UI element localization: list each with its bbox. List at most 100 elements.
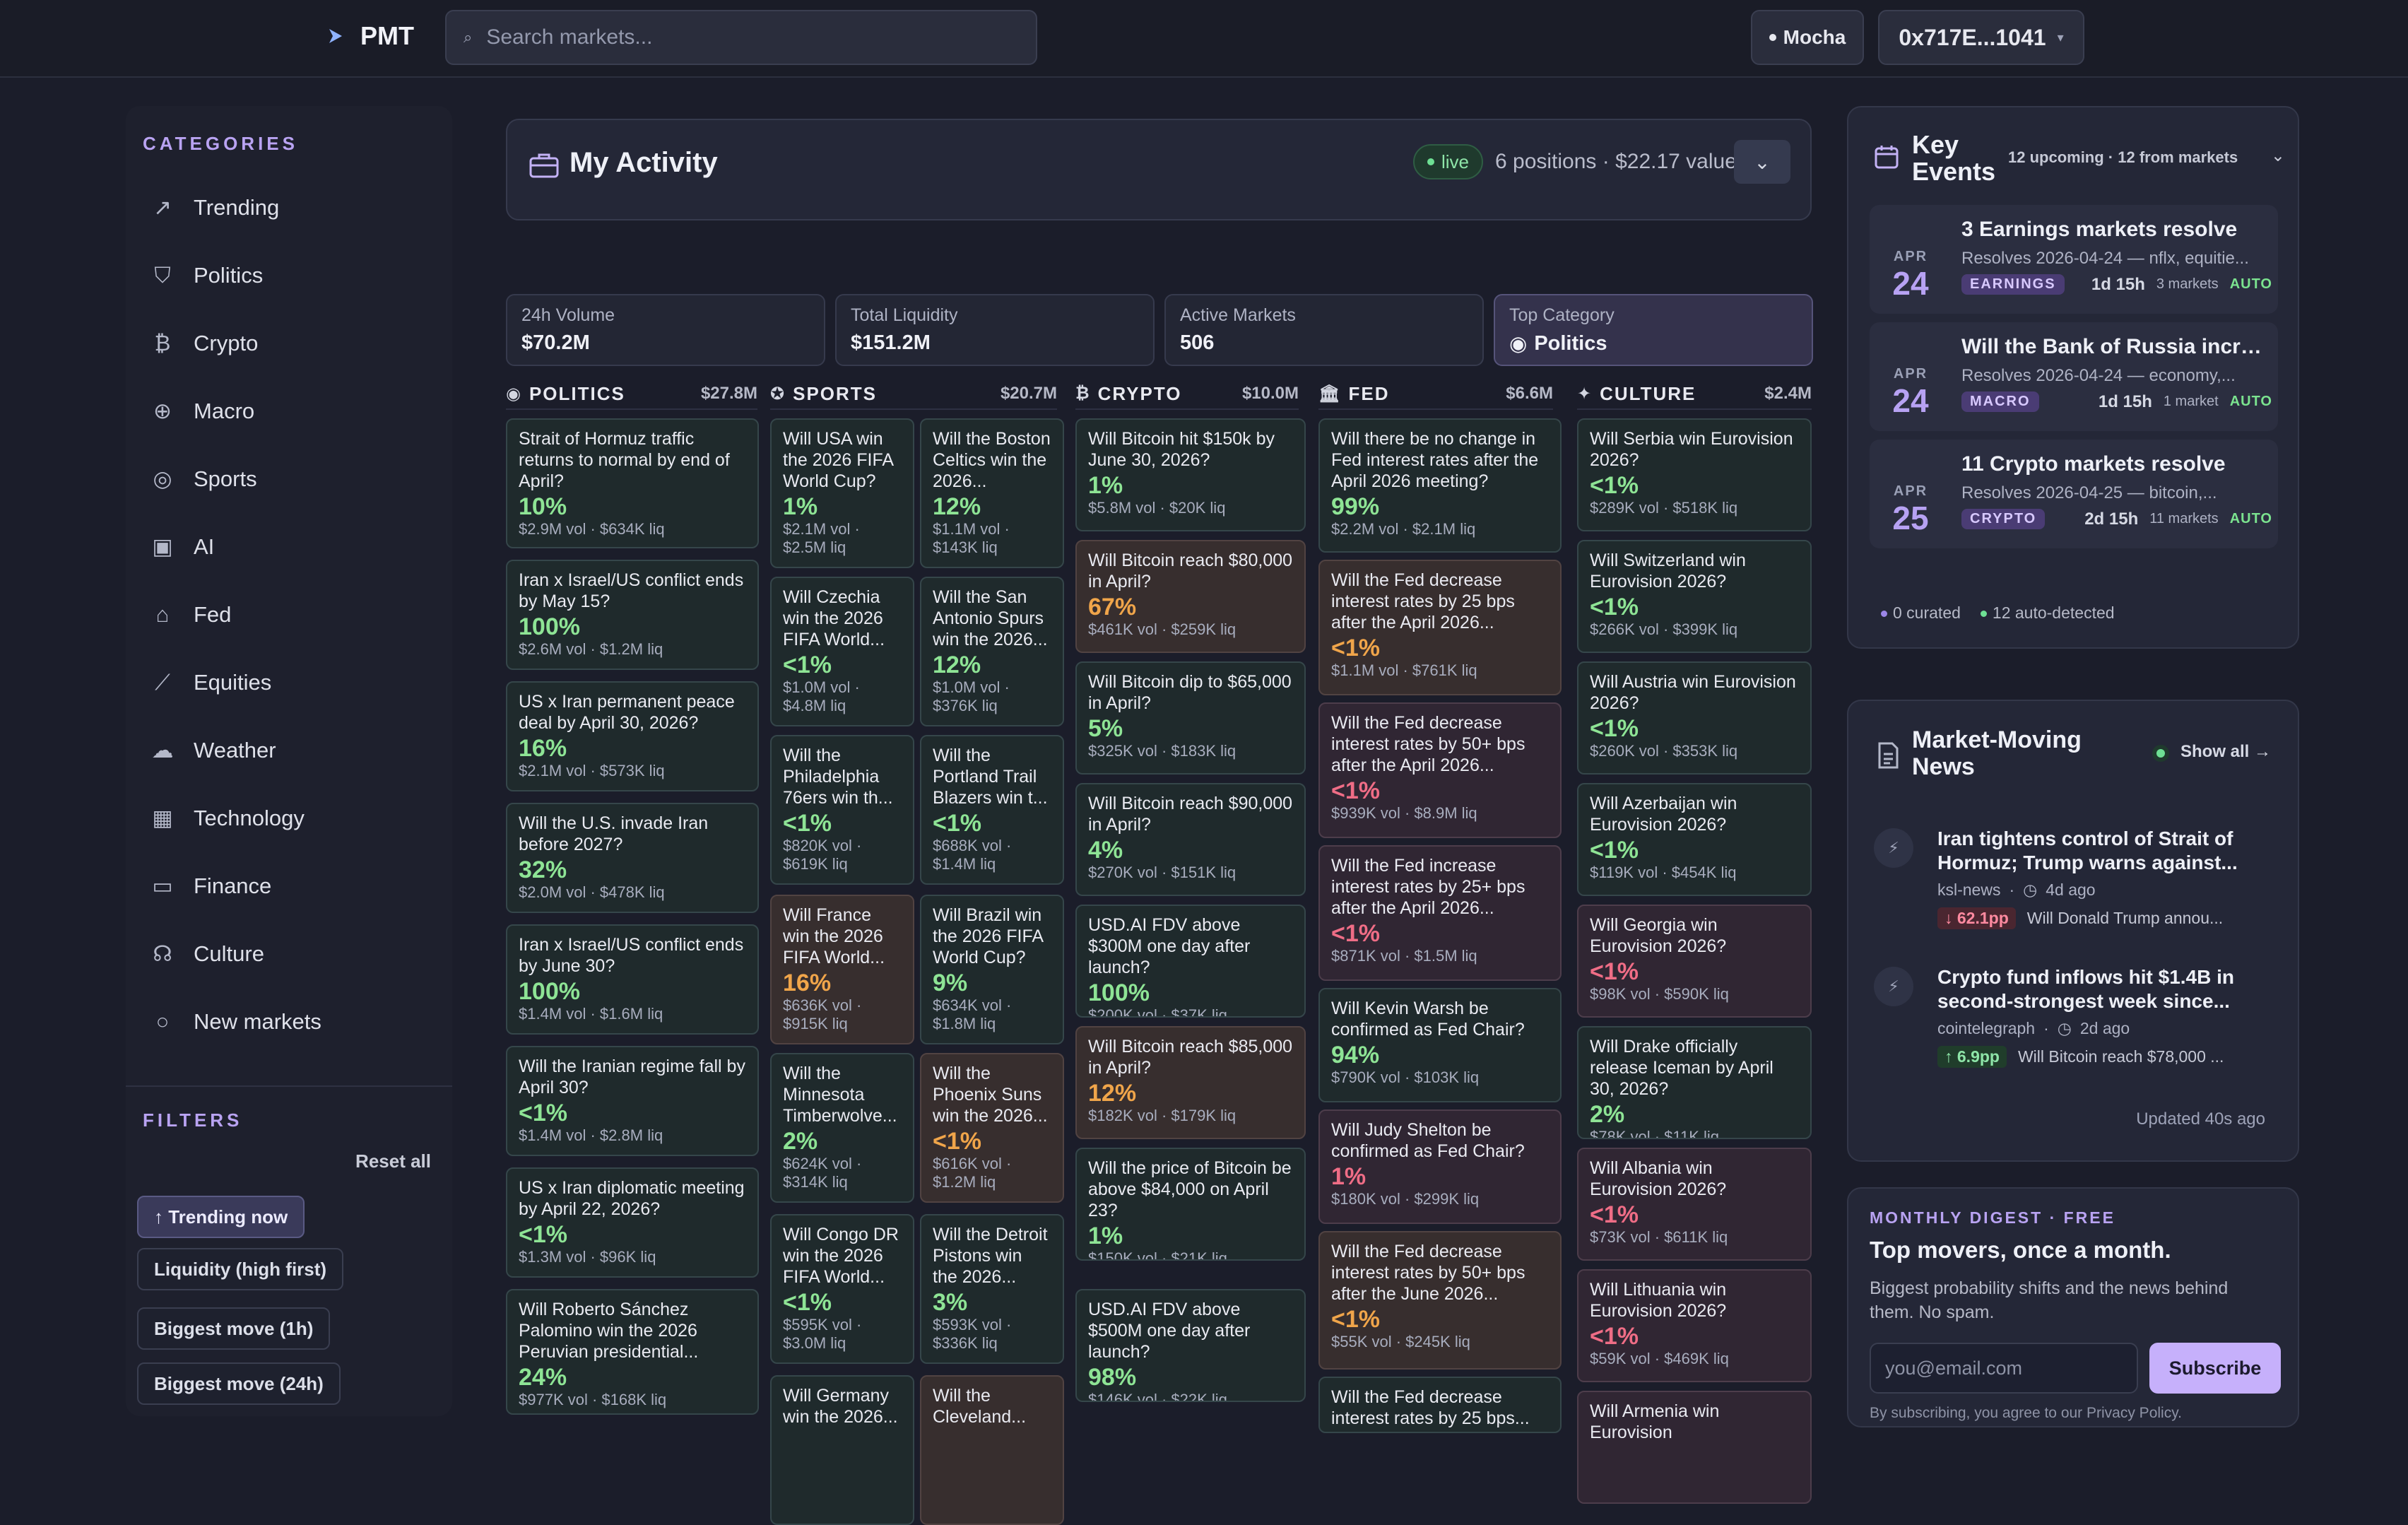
key-event[interactable]: APR 25 11 Crypto markets resolve Resolves 2… xyxy=(1870,440,2278,548)
market-question: Will Serbia win Eurovision 2026? xyxy=(1590,429,1793,470)
sidebar-item-equities[interactable]: ⟋ Equities xyxy=(143,654,439,711)
reset-all-button[interactable]: Reset all xyxy=(355,1150,431,1172)
market-card[interactable]: Will the U.S. invade Iran before 2027? 32… xyxy=(506,803,759,913)
market-card[interactable]: Will the Fed decrease interest rates by … xyxy=(1318,560,1562,695)
sidebar-item-culture[interactable]: ☊ Culture xyxy=(143,926,439,982)
market-card[interactable]: Will the Fed decrease interest rates by … xyxy=(1318,1377,1562,1433)
trending-icon: ↗ xyxy=(153,195,172,220)
market-probability: 12% xyxy=(933,493,981,520)
wallet-button[interactable]: 0x717E...1041 ▾ xyxy=(1878,10,2084,65)
market-card[interactable]: Will Congo DR win the 2026 FIFA World...… xyxy=(770,1214,914,1364)
market-card[interactable]: Strait of Hormuz traffic returns to norm… xyxy=(506,418,759,548)
search-input[interactable] xyxy=(485,25,1022,50)
market-card[interactable]: Will Bitcoin dip to $65,000 in April? 5% $… xyxy=(1075,661,1306,775)
market-question: USD.AI FDV above $500M one day after lau… xyxy=(1088,1300,1251,1362)
event-countdown: 2d 15h xyxy=(2084,509,2139,529)
market-card[interactable]: Will Serbia win Eurovision 2026? <1% $289K… xyxy=(1577,418,1812,531)
market-card[interactable]: Will Brazil win the 2026 FIFA World Cup?… xyxy=(920,895,1064,1044)
market-card[interactable]: Will Bitcoin reach $80,000 in April? 67% $… xyxy=(1075,540,1306,653)
sidebar-item-new-markets[interactable]: ○ New markets xyxy=(143,994,439,1050)
market-card[interactable]: Will the Minnesota Timberwolve... 2% $624K… xyxy=(770,1053,914,1203)
sidebar-item-technology[interactable]: ▦ Technology xyxy=(143,790,439,847)
market-card[interactable]: Will the Fed decrease interest rates by … xyxy=(1318,702,1562,838)
market-card[interactable]: Will the Detroit Pistons win the 2026...… xyxy=(920,1214,1064,1364)
filter-chip[interactable]: Biggest move (1h) xyxy=(137,1307,331,1350)
market-card[interactable]: Will Bitcoin reach $85,000 in April? 12% $… xyxy=(1075,1026,1306,1139)
show-all-link[interactable]: Show all → xyxy=(2180,742,2271,762)
sidebar-item-crypto[interactable]: ₿ Crypto xyxy=(143,315,439,372)
column-header-politics[interactable]: ◉ POLITICS $27.8M xyxy=(506,379,757,410)
sidebar-item-trending[interactable]: ↗ Trending xyxy=(143,179,439,236)
market-card[interactable]: Will USA win the 2026 FIFA World Cup? 1% $… xyxy=(770,418,914,568)
market-card[interactable]: Iran x Israel/US conflict ends by May 15… xyxy=(506,560,759,670)
market-card[interactable]: Will Armenia win Eurovision xyxy=(1577,1391,1812,1504)
filters-heading: FILTERS xyxy=(143,1109,243,1131)
column-header-fed[interactable]: 🏛 FED $6.6M xyxy=(1318,379,1553,410)
market-card[interactable]: Will Drake officially release Iceman by … xyxy=(1577,1026,1812,1139)
network-selector[interactable]: Mocha xyxy=(1751,10,1864,65)
market-card[interactable]: Will Germany win the 2026... xyxy=(770,1375,914,1525)
market-card[interactable]: Will Kevin Warsh be confirmed as Fed Cha… xyxy=(1318,988,1562,1102)
sidebar-item-macro[interactable]: ⊕ Macro xyxy=(143,383,439,440)
market-card[interactable]: Will Bitcoin reach $90,000 in April? 4% $2… xyxy=(1075,783,1306,896)
stat-top-category[interactable]: Top Category ◉ Politics xyxy=(1494,294,1813,366)
market-card[interactable]: US x Iran permanent peace deal by April … xyxy=(506,681,759,791)
market-card[interactable]: Will France win the 2026 FIFA World... 16… xyxy=(770,895,914,1044)
market-card[interactable]: Will the Iranian regime fall by April 30… xyxy=(506,1046,759,1156)
sidebar-item-sports[interactable]: ◎ Sports xyxy=(143,451,439,507)
market-card[interactable]: Will the San Antonio Spurs win the 2026.… xyxy=(920,577,1064,726)
market-card[interactable]: Will Azerbaijan win Eurovision 2026? <1% $… xyxy=(1577,783,1812,896)
sidebar-item-weather[interactable]: ☁ Weather xyxy=(143,722,439,779)
column-header-crypto[interactable]: ₿ CRYPTO $10.0M xyxy=(1075,379,1299,410)
market-card[interactable]: USD.AI FDV above $500M one day after lau… xyxy=(1075,1289,1306,1402)
sidebar-item-fed[interactable]: ⌂ Fed xyxy=(143,587,439,643)
market-card[interactable]: Will the Portland Trail Blazers win t...… xyxy=(920,735,1064,885)
market-card[interactable]: Iran x Israel/US conflict ends by June 3… xyxy=(506,924,759,1035)
sidebar-item-finance[interactable]: ▭ Finance xyxy=(143,858,439,914)
market-card[interactable]: Will Georgia win Eurovision 2026? <1% $98K… xyxy=(1577,905,1812,1018)
stat-label: Active Markets xyxy=(1180,305,1296,325)
email-field[interactable] xyxy=(1870,1343,2138,1394)
key-event[interactable]: APR 24 3 Earnings markets resolve Resolves … xyxy=(1870,205,2278,314)
market-card[interactable]: Will the Boston Celtics win the 2026... 1… xyxy=(920,418,1064,568)
search-box[interactable]: ⌕ xyxy=(445,10,1037,65)
market-meta: $1.4M vol · $1.6M liq xyxy=(519,1005,663,1023)
event-tag: MACRO xyxy=(1961,391,2039,412)
market-card[interactable]: Will Albania win Eurovision 2026? <1% $73K… xyxy=(1577,1148,1812,1261)
market-card[interactable]: Will there be no change in Fed interest … xyxy=(1318,418,1562,553)
market-card[interactable]: Will Judy Shelton be confirmed as Fed Ch… xyxy=(1318,1109,1562,1224)
filter-chip[interactable]: ↑ Trending now xyxy=(137,1196,305,1238)
market-question: Will Kevin Warsh be confirmed as Fed Cha… xyxy=(1331,999,1525,1040)
market-probability: 3% xyxy=(933,1289,968,1316)
market-card[interactable]: Will the price of Bitcoin be above $84,0… xyxy=(1075,1148,1306,1261)
market-card[interactable]: Will Switzerland win Eurovision 2026? <1%… xyxy=(1577,540,1812,653)
filter-chip[interactable]: Biggest move (24h) xyxy=(137,1362,341,1405)
subscribe-button[interactable]: Subscribe xyxy=(2149,1343,2281,1394)
market-card[interactable]: US x Iran diplomatic meeting by April 22… xyxy=(506,1167,759,1278)
chevron-down-icon[interactable]: ⌄ xyxy=(2271,146,2285,166)
market-card[interactable]: Will Lithuania win Eurovision 2026? <1% $5… xyxy=(1577,1269,1812,1382)
market-card[interactable]: Will Czechia win the 2026 FIFA World... <… xyxy=(770,577,914,726)
logo[interactable]: PMT xyxy=(326,21,414,51)
column-header-culture[interactable]: ✦ CULTURE $2.4M xyxy=(1577,379,1812,410)
key-event[interactable]: APR 24 Will the Bank of Russia incre... Res… xyxy=(1870,322,2278,431)
column-header-sports[interactable]: ✪ SPORTS $20.7M xyxy=(770,379,1057,410)
activity-expand-button[interactable]: ⌄ xyxy=(1734,140,1790,184)
news-source: cointelegraph xyxy=(1937,1019,2036,1037)
market-question: Will Germany win the 2026... xyxy=(783,1386,898,1427)
market-card[interactable]: Will the Phoenix Suns win the 2026... <1%… xyxy=(920,1053,1064,1203)
market-card[interactable]: USD.AI FDV above $300M one day after lau… xyxy=(1075,905,1306,1018)
market-card[interactable]: Will Bitcoin hit $150k by June 30, 2026?… xyxy=(1075,418,1306,531)
sidebar-item-politics[interactable]: ⛉ Politics xyxy=(143,247,439,304)
market-card[interactable]: Will Roberto Sánchez Palomino win the 20… xyxy=(506,1289,759,1415)
market-card[interactable]: Will the Cleveland... xyxy=(920,1375,1064,1525)
sidebar-item-ai[interactable]: ▣ AI xyxy=(143,519,439,575)
news-item[interactable]: ⚡ Iran tightens control of Strait of Horm… xyxy=(1874,827,2284,940)
filter-chip[interactable]: Liquidity (high first) xyxy=(137,1248,344,1290)
market-meta: $59K vol · $469K liq xyxy=(1590,1350,1729,1367)
market-card[interactable]: Will the Fed increase interest rates by … xyxy=(1318,845,1562,981)
market-card[interactable]: Will the Fed decrease interest rates by … xyxy=(1318,1231,1562,1370)
news-item[interactable]: ⚡ Crypto fund inflows hit $1.4B in second… xyxy=(1874,965,2284,1078)
market-card[interactable]: Will the Philadelphia 76ers win th... <1%… xyxy=(770,735,914,885)
market-card[interactable]: Will Austria win Eurovision 2026? <1% $260… xyxy=(1577,661,1812,775)
